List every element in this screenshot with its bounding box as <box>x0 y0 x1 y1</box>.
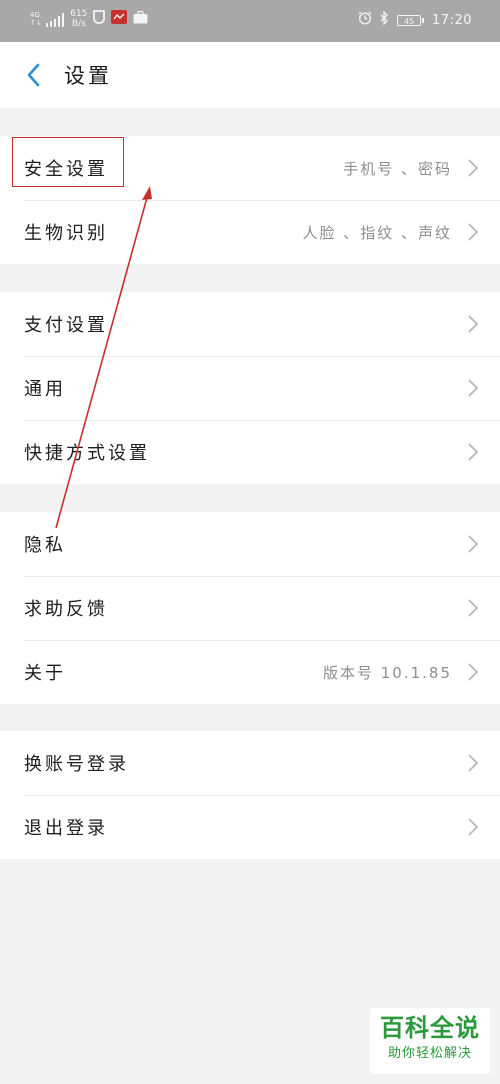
settings-item-general[interactable]: 通用 <box>0 356 500 420</box>
settings-group-general: 支付设置 通用 快捷方式设置 <box>0 292 500 484</box>
chevron-right-icon <box>468 818 479 836</box>
settings-item-label: 生物识别 <box>24 223 108 244</box>
signal-icon <box>45 13 65 27</box>
page-title: 设置 <box>64 64 112 88</box>
settings-group-login: 换账号登录 退出登录 <box>0 731 500 859</box>
settings-item-feedback[interactable]: 求助反馈 <box>0 576 500 640</box>
alarm-icon <box>358 11 372 29</box>
status-left: 4G ↑↓ 615 B/s <box>30 9 148 29</box>
status-time: 17:20 <box>432 12 472 28</box>
settings-item-biometrics[interactable]: 生物识别 人脸 、指纹 、声纹 <box>0 200 500 264</box>
chevron-right-icon <box>468 535 479 553</box>
settings-item-label: 隐私 <box>24 535 66 556</box>
settings-item-about[interactable]: 关于 版本号 10.1.85 <box>0 640 500 704</box>
chevron-right-icon <box>468 443 479 461</box>
network-speed: 615 B/s <box>70 9 87 29</box>
settings-item-logout[interactable]: 退出登录 <box>0 795 500 859</box>
settings-item-label: 关于 <box>24 663 66 684</box>
chevron-right-icon <box>468 599 479 617</box>
title-bar: 设置 <box>0 42 500 108</box>
watermark-slogan: 助你轻松解决 <box>387 1046 472 1061</box>
chevron-right-icon <box>468 754 479 772</box>
settings-item-label: 退出登录 <box>24 818 108 839</box>
speed-unit: B/s <box>71 19 86 29</box>
chevron-right-icon <box>468 663 479 681</box>
settings-group-about: 隐私 求助反馈 关于 版本号 10.1.85 <box>0 512 500 704</box>
back-button[interactable] <box>16 58 50 92</box>
settings-item-switch-account[interactable]: 换账号登录 <box>0 731 500 795</box>
speed-value: 615 <box>70 9 88 19</box>
settings-item-label: 通用 <box>24 379 66 400</box>
battery-level: 45 <box>397 14 422 26</box>
network-activity: ↑↓ <box>30 19 42 27</box>
network-type-label: 4G <box>30 11 40 19</box>
settings-item-label: 快捷方式设置 <box>24 443 150 464</box>
bluetooth-icon <box>380 10 389 29</box>
settings-item-value: 版本号 10.1.85 <box>322 663 452 682</box>
status-right: 45 17:20 <box>358 10 472 29</box>
chevron-right-icon <box>468 315 479 333</box>
watermark-title: 百科全说 <box>380 1014 480 1042</box>
settings-item-value: 手机号 、密码 <box>343 159 452 178</box>
settings-item-shortcuts[interactable]: 快捷方式设置 <box>0 420 500 484</box>
chevron-right-icon <box>468 379 479 397</box>
network-type: 4G ↑↓ <box>30 11 42 27</box>
settings-item-security[interactable]: 安全设置 手机号 、密码 <box>0 136 500 200</box>
red-app-icon <box>111 10 128 28</box>
shield-app-icon <box>93 10 106 28</box>
settings-group-account-security: 安全设置 手机号 、密码 生物识别 人脸 、指纹 、声纹 <box>0 136 500 264</box>
settings-item-value: 人脸 、指纹 、声纹 <box>302 223 452 242</box>
status-bar: 4G ↑↓ 615 B/s 45 17:20 <box>0 0 500 42</box>
chevron-right-icon <box>468 223 479 241</box>
settings-item-label: 支付设置 <box>24 315 108 336</box>
chevron-left-icon <box>27 63 40 87</box>
settings-item-label: 求助反馈 <box>24 599 108 620</box>
settings-item-privacy[interactable]: 隐私 <box>0 512 500 576</box>
briefcase-icon <box>133 10 148 28</box>
battery-icon: 45 <box>397 14 425 26</box>
chevron-right-icon <box>468 159 479 177</box>
watermark-logo: 百科全说 助你轻松解决 <box>370 1008 490 1074</box>
signal-indicator: 4G ↑↓ <box>30 11 65 27</box>
settings-item-label: 安全设置 <box>24 159 108 180</box>
settings-item-label: 换账号登录 <box>24 754 129 775</box>
settings-item-payment[interactable]: 支付设置 <box>0 292 500 356</box>
